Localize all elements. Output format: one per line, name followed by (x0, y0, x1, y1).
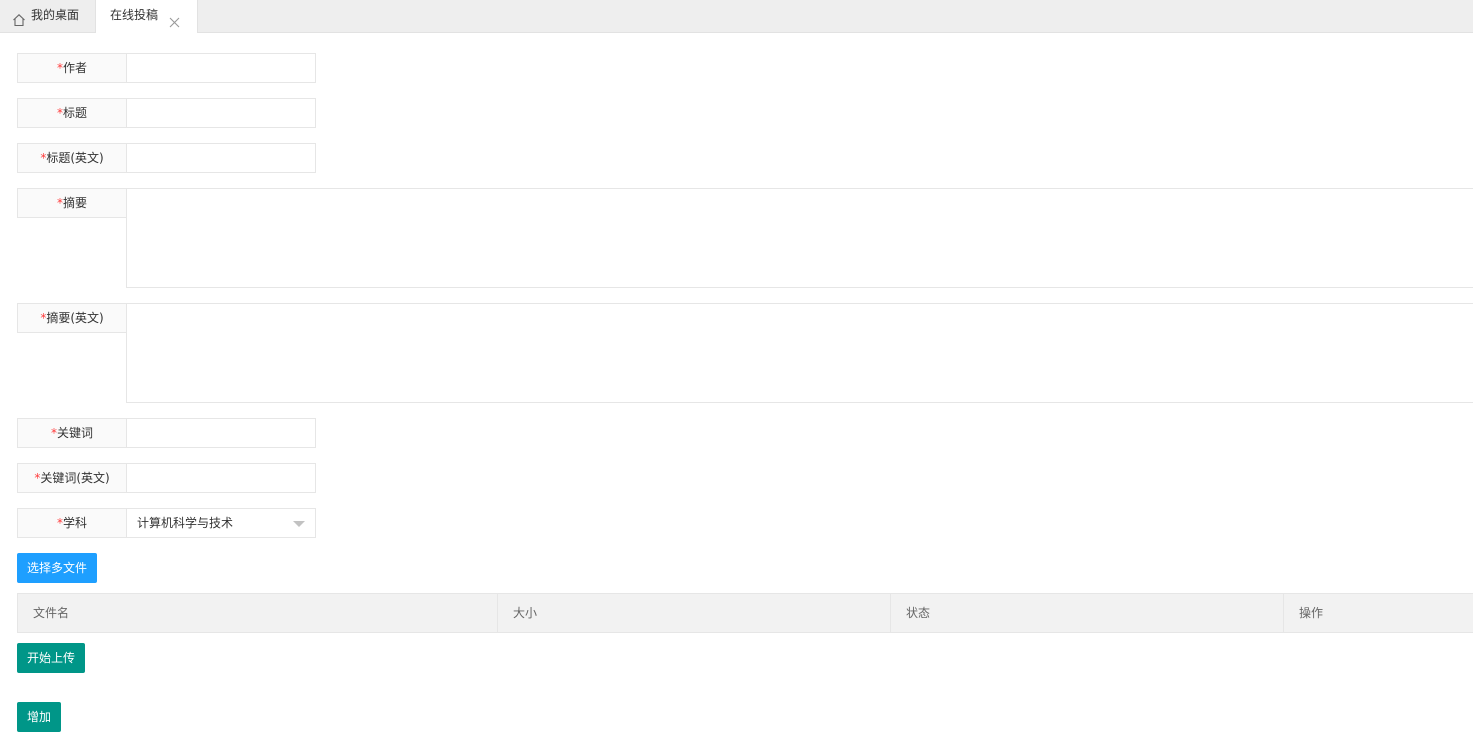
title-label: *标题 (17, 98, 127, 128)
subject-label: *学科 (17, 508, 127, 538)
file-table-header-status: 状态 (890, 594, 1283, 632)
select-files-button[interactable]: 选择多文件 (17, 553, 97, 583)
file-table-header-size: 大小 (497, 594, 890, 632)
file-table-header-name: 文件名 (33, 606, 70, 620)
keywords-label: *关键词 (17, 418, 127, 448)
abstract-en-textarea[interactable] (126, 303, 1473, 403)
file-table: 文件名 大小 状态 操作 (17, 593, 1473, 633)
tab-online-submission[interactable]: 在线投稿 (95, 0, 198, 33)
start-upload-button[interactable]: 开始上传 (17, 643, 85, 673)
title-input[interactable] (126, 98, 316, 128)
file-table-header-actions: 操作 (1283, 594, 1473, 632)
close-icon[interactable] (169, 9, 180, 39)
chevron-down-icon (293, 521, 305, 527)
abstract-label: *摘要 (17, 188, 127, 218)
home-icon (12, 8, 26, 38)
tab-bar: 我的桌面 在线投稿 (0, 0, 1473, 33)
abstract-en-label: *摘要(英文) (17, 303, 127, 333)
add-button[interactable]: 增加 (17, 702, 61, 732)
abstract-textarea[interactable] (126, 188, 1473, 288)
keywords-en-input[interactable] (126, 463, 316, 493)
keywords-en-label: *关键词(英文) (17, 463, 127, 493)
author-input[interactable] (126, 53, 316, 83)
subject-selected-value: 计算机科学与技术 (137, 516, 234, 530)
tab-home[interactable]: 我的桌面 (0, 0, 95, 33)
tab-online-submission-label: 在线投稿 (110, 8, 159, 22)
title-en-label: *标题(英文) (17, 143, 127, 173)
author-label: *作者 (17, 53, 127, 83)
title-en-input[interactable] (126, 143, 316, 173)
tab-home-label: 我的桌面 (31, 8, 80, 22)
keywords-input[interactable] (126, 418, 316, 448)
subject-select[interactable]: 计算机科学与技术 (126, 508, 316, 538)
